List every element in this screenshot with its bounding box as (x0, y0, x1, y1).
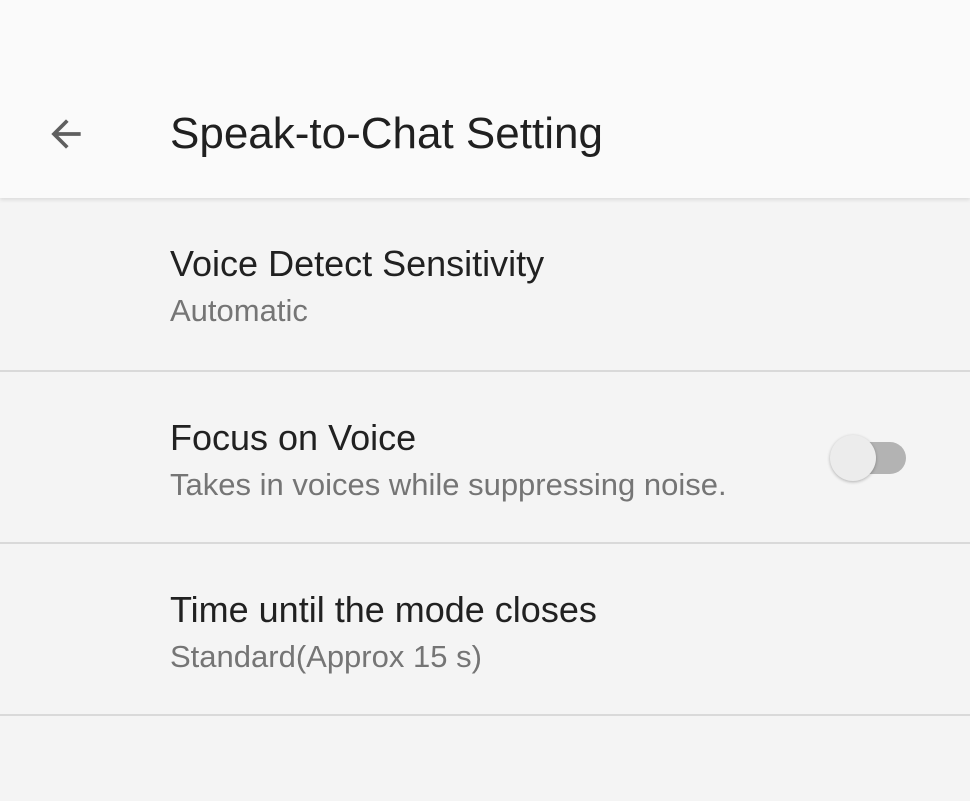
setting-time-until-mode-closes[interactable]: Time until the mode closes Standard(Appr… (0, 544, 970, 716)
setting-title: Time until the mode closes (170, 589, 597, 630)
settings-list: Voice Detect Sensitivity Automatic Focus… (0, 198, 970, 716)
arrow-left-icon (51, 119, 81, 149)
focus-on-voice-toggle[interactable] (830, 432, 908, 484)
back-button[interactable] (30, 98, 102, 170)
app-bar: Speak-to-Chat Setting (0, 0, 970, 198)
setting-summary: Standard(Approx 15 s) (170, 639, 482, 674)
setting-summary: Automatic (170, 293, 308, 328)
setting-summary: Takes in voices while suppressing noise. (170, 467, 727, 502)
setting-title: Focus on Voice (170, 417, 417, 458)
switch-thumb (830, 435, 876, 481)
setting-voice-detect-sensitivity[interactable]: Voice Detect Sensitivity Automatic (0, 198, 970, 372)
page-title: Speak-to-Chat Setting (170, 109, 603, 158)
setting-title: Voice Detect Sensitivity (170, 243, 545, 284)
setting-focus-on-voice[interactable]: Focus on Voice Takes in voices while sup… (0, 372, 970, 544)
